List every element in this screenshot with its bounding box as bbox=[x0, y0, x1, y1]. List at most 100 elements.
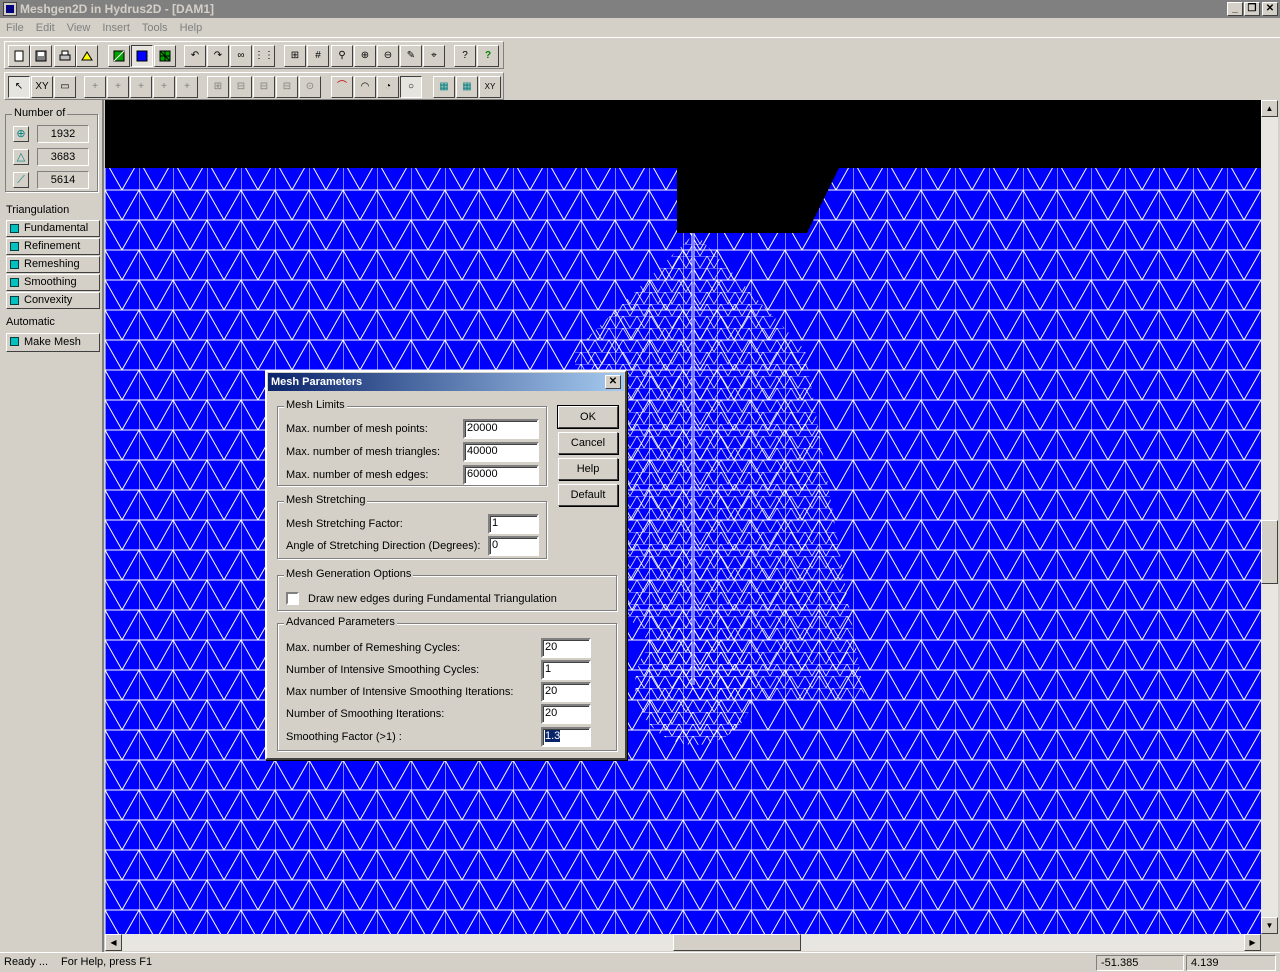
grid-insert-icon[interactable]: ⊙ bbox=[299, 76, 321, 98]
pointer-icon[interactable]: ↖ bbox=[8, 76, 30, 98]
horizontal-scrollbar[interactable]: ◀ ▶ bbox=[105, 934, 1261, 951]
vertical-scrollbar[interactable]: ▲ ▼ bbox=[1261, 100, 1278, 934]
mesh-stretching-label: Mesh Stretching bbox=[284, 494, 368, 506]
circle-icon[interactable]: ◔ bbox=[377, 76, 399, 98]
restore-icon[interactable]: ❐ bbox=[1244, 2, 1260, 16]
convexity-button[interactable]: Convexity bbox=[6, 292, 100, 309]
minimize-icon[interactable]: _ bbox=[1227, 2, 1243, 16]
menu-file[interactable]: File bbox=[0, 18, 30, 38]
boundary-icon[interactable] bbox=[108, 45, 130, 67]
max-edges-input[interactable]: 60000 bbox=[463, 465, 539, 485]
vertical-scroll-thumb[interactable] bbox=[1261, 520, 1278, 584]
cancel-button[interactable]: Cancel bbox=[558, 432, 618, 454]
point-icon[interactable]: + bbox=[84, 76, 106, 98]
scroll-down-icon[interactable]: ▼ bbox=[1261, 917, 1278, 934]
automatic-label: Automatic bbox=[6, 316, 55, 328]
node-icon[interactable]: ⊕ bbox=[13, 126, 29, 142]
dialog-title-bar[interactable]: Mesh Parameters ✕ bbox=[268, 373, 624, 391]
remeshing-button[interactable]: Remeshing bbox=[6, 256, 100, 273]
zoom-extents-icon[interactable]: ⊞ bbox=[284, 45, 306, 67]
mesh-icon[interactable] bbox=[154, 45, 176, 67]
button-indicator-icon bbox=[10, 242, 19, 251]
triangle-count-value: 3683 bbox=[37, 148, 89, 166]
draw-edges-checkbox[interactable] bbox=[286, 592, 299, 605]
smoothing-iterations-input[interactable]: 20 bbox=[541, 704, 591, 724]
button-indicator-icon bbox=[10, 260, 19, 269]
grid-edit-icon[interactable]: ⊟ bbox=[230, 76, 252, 98]
document-icon[interactable]: ▭ bbox=[54, 76, 76, 98]
edge-icon[interactable]: ⟋ bbox=[13, 172, 29, 188]
max-edges-label: Max. number of mesh edges: bbox=[286, 469, 429, 481]
fundamental-button[interactable]: Fundamental bbox=[6, 220, 100, 237]
new-icon[interactable] bbox=[8, 45, 30, 67]
default-button[interactable]: Default bbox=[558, 484, 618, 506]
menu-view[interactable]: View bbox=[61, 18, 97, 38]
advanced-parameters-label: Advanced Parameters bbox=[284, 616, 397, 628]
intensive-cycles-input[interactable]: 1 bbox=[541, 660, 591, 680]
help-icon[interactable]: ? bbox=[477, 45, 499, 67]
horizontal-scroll-thumb[interactable] bbox=[673, 934, 801, 951]
intensive-cycles-label: Number of Intensive Smoothing Cycles: bbox=[286, 664, 480, 676]
dialog-close-icon[interactable]: ✕ bbox=[605, 375, 621, 389]
menu-tools[interactable]: Tools bbox=[136, 18, 174, 38]
remeshing-cycles-input[interactable]: 20 bbox=[541, 638, 591, 658]
zoom-icon[interactable]: ⚲ bbox=[331, 45, 353, 67]
node-count-value: 1932 bbox=[37, 125, 89, 143]
remeshing-label: Remeshing bbox=[24, 258, 80, 270]
point-insert-icon[interactable]: + bbox=[176, 76, 198, 98]
node-select-icon[interactable]: ▦ bbox=[433, 76, 455, 98]
app-icon[interactable] bbox=[3, 2, 17, 16]
grid-delete-icon[interactable]: ⊟ bbox=[276, 76, 298, 98]
point-delete-icon[interactable]: + bbox=[153, 76, 175, 98]
grid-dots-icon[interactable]: ⋮⋮ bbox=[253, 45, 275, 67]
max-points-input[interactable]: 20000 bbox=[463, 419, 539, 439]
refinement-label: Refinement bbox=[24, 240, 81, 252]
pencil-icon[interactable]: ✎ bbox=[400, 45, 422, 67]
xy-grid-icon[interactable]: XY bbox=[479, 76, 501, 98]
close-icon[interactable]: ✕ bbox=[1262, 2, 1278, 16]
triangulation-label: Triangulation bbox=[6, 204, 70, 216]
grid-icon[interactable]: # bbox=[307, 45, 329, 67]
fill-icon[interactable] bbox=[131, 45, 153, 67]
zoom-out-icon[interactable]: ⊖ bbox=[377, 45, 399, 67]
context-help-icon[interactable]: ? bbox=[454, 45, 476, 67]
print-icon[interactable] bbox=[54, 45, 76, 67]
max-triangles-input[interactable]: 40000 bbox=[463, 442, 539, 462]
arc-icon[interactable]: ⌒ bbox=[331, 76, 353, 98]
point-edit-icon[interactable]: + bbox=[107, 76, 129, 98]
stretching-angle-input[interactable]: 0 bbox=[488, 536, 539, 556]
menu-insert[interactable]: Insert bbox=[96, 18, 136, 38]
menu-help[interactable]: Help bbox=[174, 18, 209, 38]
remeshing-cycles-label: Max. number of Remeshing Cycles: bbox=[286, 642, 461, 654]
scroll-left-icon[interactable]: ◀ bbox=[105, 934, 122, 951]
circle-select-icon[interactable]: ○ bbox=[400, 76, 422, 98]
menu-edit[interactable]: Edit bbox=[30, 18, 61, 38]
undo-icon[interactable]: ↶ bbox=[184, 45, 206, 67]
point-move-icon[interactable]: + bbox=[130, 76, 152, 98]
zoom-in-icon[interactable]: ⊕ bbox=[354, 45, 376, 67]
scroll-up-icon[interactable]: ▲ bbox=[1261, 100, 1278, 117]
help-button[interactable]: Help bbox=[558, 458, 618, 480]
smoothing-button[interactable]: Smoothing bbox=[6, 274, 100, 291]
mesh-limits-group: Mesh Limits Max. number of mesh points: … bbox=[277, 399, 547, 486]
convexity-label: Convexity bbox=[24, 294, 73, 306]
node-group-icon[interactable]: ▦ bbox=[456, 76, 478, 98]
redo-icon[interactable]: ↷ bbox=[207, 45, 229, 67]
refinement-button[interactable]: Refinement bbox=[6, 238, 100, 255]
scroll-right-icon[interactable]: ▶ bbox=[1244, 934, 1261, 951]
target-icon[interactable]: ⌖ bbox=[423, 45, 445, 67]
save-icon[interactable] bbox=[30, 45, 52, 67]
grid-add-icon[interactable]: ⊞ bbox=[207, 76, 229, 98]
intensive-iterations-input[interactable]: 20 bbox=[541, 682, 591, 702]
xy-icon[interactable]: XY bbox=[31, 76, 53, 98]
grid-move-icon[interactable]: ⊟ bbox=[253, 76, 275, 98]
smoothing-factor-input[interactable]: 1.3 bbox=[541, 727, 591, 747]
print-setup-icon[interactable] bbox=[76, 45, 98, 67]
ok-button[interactable]: OK bbox=[557, 405, 619, 429]
triangle-icon[interactable]: △ bbox=[13, 149, 29, 165]
make-mesh-button[interactable]: Make Mesh bbox=[6, 333, 100, 352]
make-mesh-label: Make Mesh bbox=[24, 336, 81, 348]
arc-center-icon[interactable]: ◠ bbox=[354, 76, 376, 98]
glasses-icon[interactable]: ∞ bbox=[230, 45, 252, 67]
stretching-factor-input[interactable]: 1 bbox=[488, 514, 539, 534]
